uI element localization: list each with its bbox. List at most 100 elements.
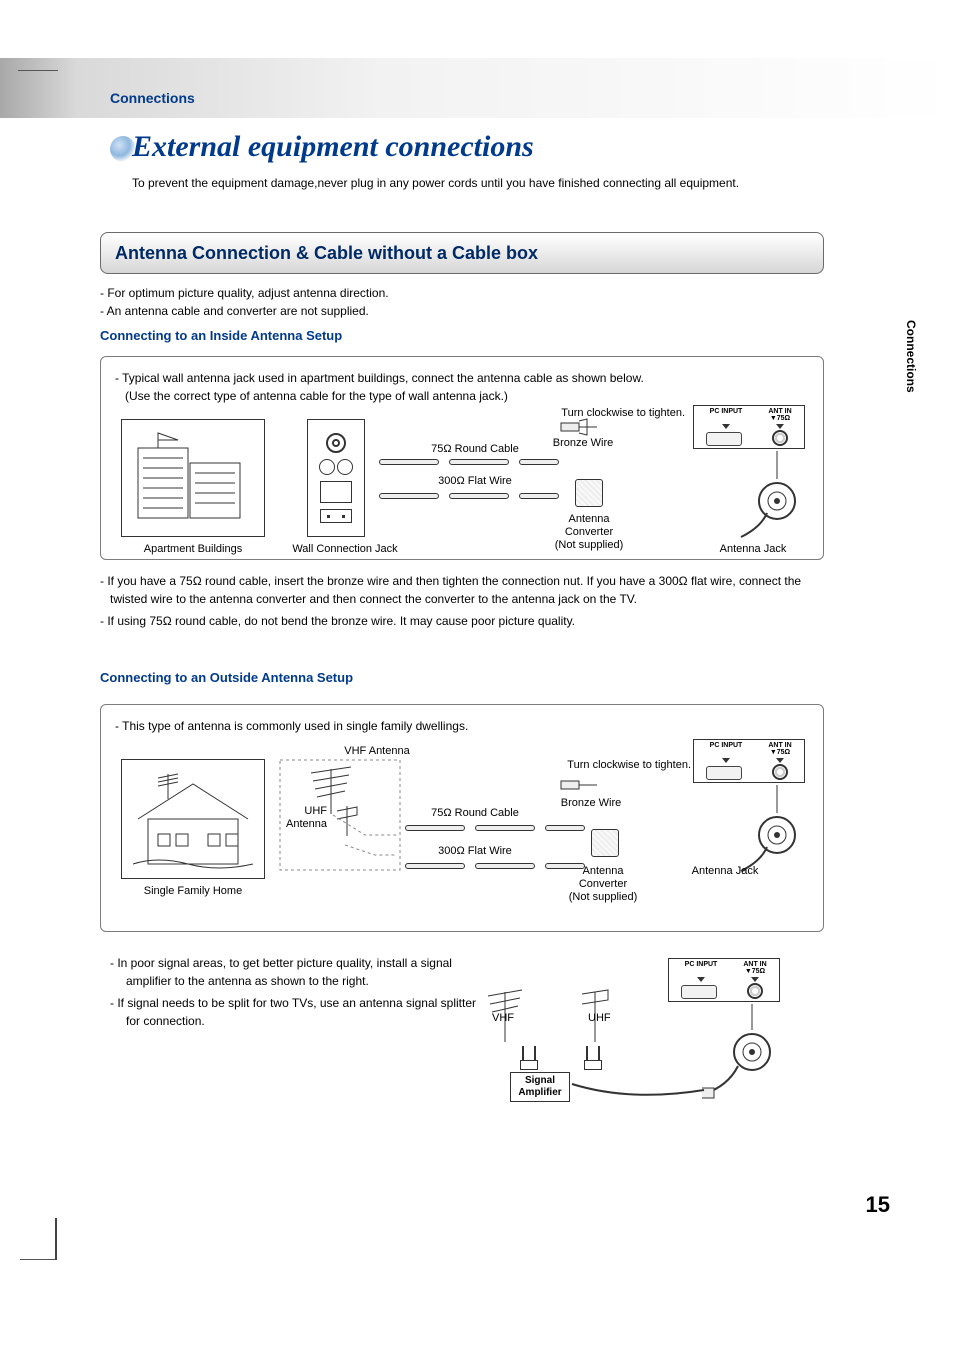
vga-port-icon-3 [681,985,717,999]
house-label: Single Family Home [121,885,265,897]
inside-post-note-1: - If you have a 75Ω round cable, insert … [100,572,824,608]
tv-rear-panel: PC INPUT ANT IN ▼75Ω [693,405,805,449]
converter-l3: (Not supplied) [555,539,623,551]
inside-frame: - Typical wall antenna jack used in apar… [100,356,824,560]
coax-port-icon-3 [747,983,763,999]
building-icon [128,428,258,528]
conv2-l1: Antenna [583,865,624,877]
inside-frame-note: - Typical wall antenna jack used in apar… [115,369,809,405]
outside-diagram: Single Family Home VHF Antenna UHF Anten… [115,745,809,925]
page-title-wrap: External equipment connections [110,130,534,164]
coax-port-icon [772,430,788,446]
outside-heading: Connecting to an Outside Antenna Setup [100,670,353,685]
cable-round-seg2 [449,459,509,465]
converter-l2: Converter [565,526,613,538]
jack-cable-icon [731,451,801,541]
amp-connector1 [520,1060,538,1070]
cable-flat-seg3 [519,493,559,499]
inside-heading: Connecting to an Inside Antenna Setup [100,328,342,343]
inside-post-notes: - If you have a 75Ω round cable, insert … [100,572,824,630]
arrow-down-icon [776,758,784,763]
converter-label: Antenna Converter (Not supplied) [549,513,629,553]
tighten-label: Turn clockwise to tighten. [525,407,685,419]
pc-input-label: PC INPUT [706,408,746,415]
ant-in-label: ANT IN ▼75Ω [762,408,798,422]
amp-l2: Amplifier [518,1087,561,1098]
page-number: 15 [866,1192,890,1218]
section-heading: Antenna Connection & Cable without a Cab… [115,243,538,264]
outside-tip-2: - If signal needs to be split for two TV… [110,994,490,1030]
ant-in-l2: ▼75Ω [770,415,790,422]
page-title: External equipment connections [110,130,534,164]
screw-jack-icon [319,459,353,475]
cable-flat-seg1 [379,493,439,499]
round-cable-label-2: 75Ω Round Cable [415,807,535,819]
section-heading-band: Antenna Connection & Cable without a Cab… [100,232,824,274]
conv2-l3: (Not supplied) [569,891,637,903]
plug-icon [320,509,352,523]
cable-round2-seg1 [405,825,465,831]
bottom-corner-rule-h [20,1259,55,1260]
arrow-down-icon [751,977,759,982]
antenna-jack-label: Antenna Jack [703,543,803,555]
inside-diagram: Apartment Buildings Wall Connection Jack… [115,415,809,565]
arrow-down-icon [722,424,730,429]
intro-note-2: - An antenna cable and converter are not… [100,302,389,320]
ant-in-l1: ANT IN [768,408,791,415]
ant-in-label-3: ANT IN ▼75Ω [737,961,773,975]
uhf-mini-label: UHF [588,1012,611,1024]
ant-in2-l2: ▼75Ω [770,749,790,756]
bronze-label: Bronze Wire [543,437,623,449]
apartment-illustration [121,419,265,537]
apartment-label: Apartment Buildings [121,543,265,555]
cable-flat2-seg1 [405,863,465,869]
inside-post-note-2: - If using 75Ω round cable, do not bend … [100,612,824,630]
tighten-label-2: Turn clockwise to tighten. [531,759,691,771]
outside-frame-note: - This type of antenna is commonly used … [115,717,809,735]
inside-frame-note-line1: - Typical wall antenna jack used in apar… [115,371,644,385]
bronze-label-2: Bronze Wire [551,797,631,809]
tv-rear-panel-3: PC INPUT ANT IN ▼75Ω [668,958,780,1002]
flat-wire-label-2: 300Ω Flat Wire [415,845,535,857]
tv-rear-panel-2: PC INPUT ANT IN ▼75Ω [693,739,805,783]
round-cable-label: 75Ω Round Cable [415,443,535,455]
house-icon [128,764,258,874]
bottom-corner-rule-v [55,1218,57,1260]
arrow-down-icon [722,758,730,763]
inside-frame-note-line2: (Use the correct type of antenna cable f… [125,389,508,403]
converter-l1: Antenna [569,513,610,525]
outside-tip-1: - In poor signal areas, to get better pi… [110,954,490,990]
header-gradient-band [0,58,954,118]
jack-cable-icon-3 [702,1004,782,1104]
page-subtitle: To prevent the equipment damage,never pl… [132,176,739,190]
intro-note-1: - For optimum picture quality, adjust an… [100,284,389,302]
amplifier-diagram: VHF UHF Signal Amplifier PC INPUT ANT IN… [470,952,830,1122]
plug-tip-icon [559,417,601,437]
outlet-icon [320,481,352,503]
intro-notes: - For optimum picture quality, adjust an… [100,284,389,320]
header-section-label: Connections [110,90,195,106]
side-tab-label: Connections [904,320,918,393]
ant-in3-l2: ▼75Ω [745,968,765,975]
jack-cable-icon-2 [731,785,801,875]
title-bullet-icon [110,136,136,162]
cable-round-seg3 [519,459,559,465]
vga-port-icon-2 [706,766,742,780]
amp-connector2 [584,1060,602,1070]
cable-flat2-seg2 [475,863,535,869]
vhf-mini-label: VHF [492,1012,514,1024]
converter-icon [575,479,603,507]
ant-in2-l1: ANT IN [768,742,791,749]
plug-tip-icon-2 [559,775,601,795]
converter-icon-2 [591,829,619,857]
cable-round-seg1 [379,459,439,465]
arrow-down-icon [776,424,784,429]
converter-label-2: Antenna Converter (Not supplied) [563,865,643,905]
cable-round2-seg2 [475,825,535,831]
corner-rule [18,70,58,71]
flat-wire-label: 300Ω Flat Wire [415,475,535,487]
antenna-jack-label-2: Antenna Jack [675,865,775,877]
cable-flat-seg2 [449,493,509,499]
amp-l1: Signal [525,1075,555,1086]
ant-in3-l1: ANT IN [743,961,766,968]
